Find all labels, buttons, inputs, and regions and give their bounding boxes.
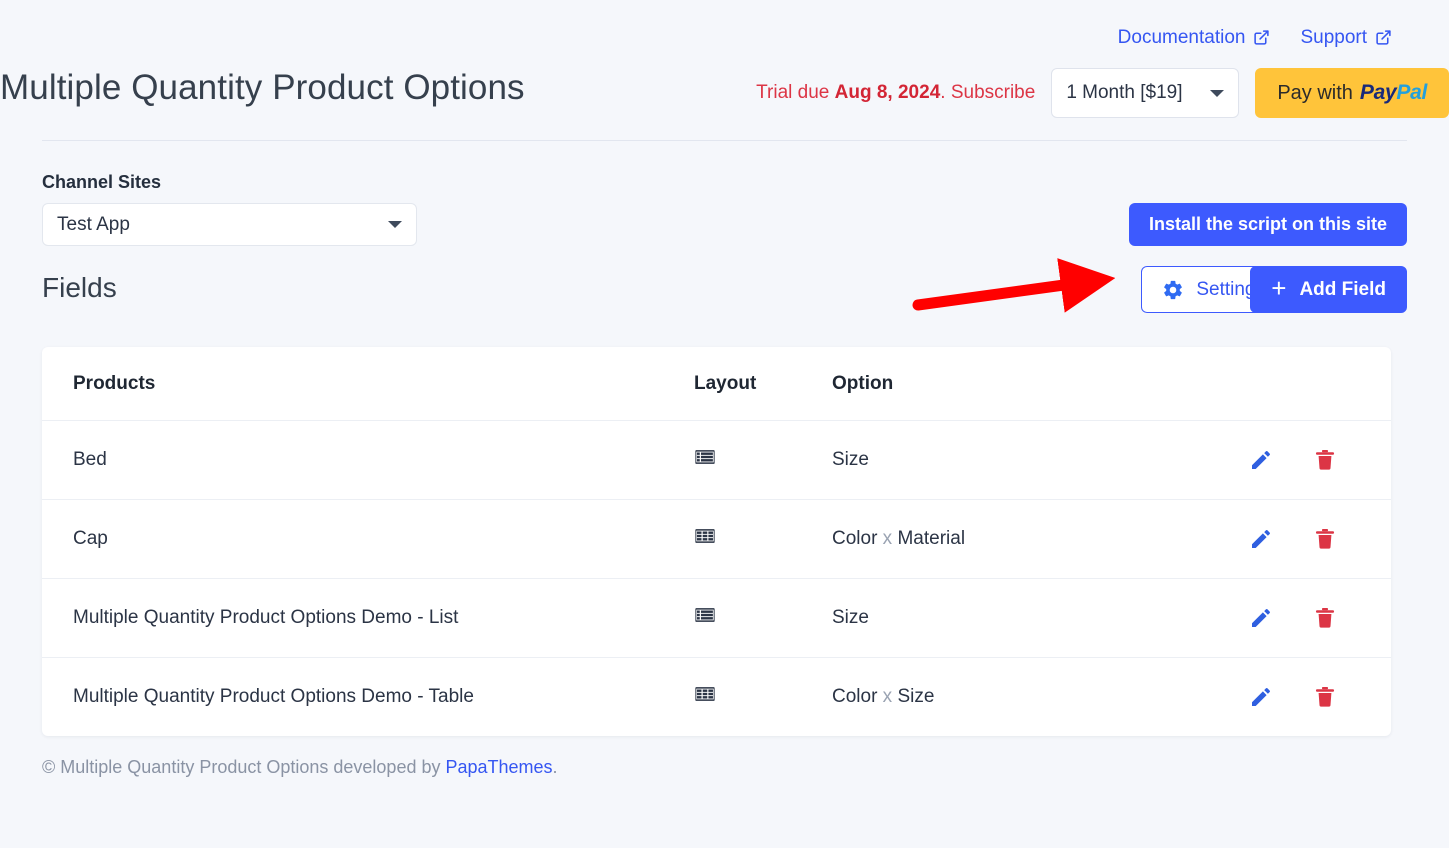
footer-text-before: © Multiple Quantity Product Options deve…	[42, 757, 446, 777]
table-row: Multiple Quantity Product Options Demo -…	[42, 578, 1391, 658]
cell-product-name: Multiple Quantity Product Options Demo -…	[73, 686, 474, 707]
gear-icon	[1164, 280, 1183, 299]
row-actions	[1232, 527, 1391, 551]
column-header-actions	[1232, 347, 1391, 421]
trial-notice: Trial due Aug 8, 2024. Subscribe	[756, 82, 1035, 104]
footer-text-after: .	[552, 757, 558, 777]
trial-date: Aug 8, 2024	[834, 82, 941, 103]
option-primary: Size	[832, 607, 869, 628]
chevron-down-icon	[1210, 89, 1225, 97]
table-row: Bed Size	[42, 420, 1391, 500]
option-secondary: Size	[897, 686, 935, 707]
fields-table-card: Products Layout Option Bed Size Cap Colo…	[42, 347, 1391, 736]
table-body: Bed Size Cap Color x Material Multiple Q…	[42, 420, 1391, 737]
app-page: Documentation Support Multiple Quantity …	[0, 0, 1449, 848]
cell-actions	[1232, 658, 1391, 737]
column-header-option: Option	[832, 347, 1232, 421]
support-link[interactable]: Support	[1300, 28, 1392, 47]
paypal-button-label: Pay with	[1277, 81, 1353, 104]
support-link-label: Support	[1300, 27, 1367, 48]
option-primary: Size	[832, 449, 869, 470]
trash-icon	[1316, 608, 1334, 628]
cell-product-name: Multiple Quantity Product Options Demo -…	[42, 578, 694, 658]
table-row: Cap Color x Material	[42, 499, 1391, 579]
option-primary: Color	[832, 686, 878, 707]
column-header-layout: Layout	[694, 347, 832, 421]
list-layout-icon	[695, 608, 715, 622]
trial-prefix: Trial due	[756, 82, 835, 103]
cell-actions	[1232, 499, 1391, 579]
cell-actions	[1232, 420, 1391, 500]
footer: © Multiple Quantity Product Options deve…	[42, 757, 558, 778]
cell-product-name: Bed	[42, 420, 694, 500]
trial-subscribe-text: . Subscribe	[940, 82, 1036, 103]
edit-row-button[interactable]	[1249, 685, 1273, 709]
channel-site-value: Test App	[57, 213, 130, 235]
delete-row-button[interactable]	[1313, 448, 1337, 472]
page-title: Multiple Quantity Product Options	[0, 68, 525, 108]
add-field-button[interactable]: + Add Field	[1250, 266, 1407, 313]
paypal-logo: PayPal	[1359, 81, 1427, 104]
billing-bar: Trial due Aug 8, 2024. Subscribe 1 Month…	[756, 68, 1449, 118]
trash-icon	[1316, 687, 1334, 707]
documentation-link-label: Documentation	[1117, 27, 1246, 48]
column-header-products: Products	[42, 347, 694, 421]
cell-option: Size	[832, 420, 1232, 500]
cell-layout	[694, 499, 832, 579]
delete-row-button[interactable]	[1313, 606, 1337, 630]
table-row: Multiple Quantity Product Options Demo -…	[42, 658, 1391, 737]
delete-row-button[interactable]	[1313, 527, 1337, 551]
plan-select-value: 1 Month [$19]	[1066, 82, 1183, 103]
trash-icon	[1316, 450, 1334, 470]
install-script-button[interactable]: Install the script on this site	[1128, 203, 1407, 246]
pencil-icon	[1252, 688, 1270, 706]
cell-layout	[694, 420, 832, 500]
row-actions	[1232, 606, 1391, 630]
option-separator: x	[877, 528, 898, 549]
option-primary: Color	[832, 528, 878, 549]
plus-icon: +	[1271, 273, 1287, 303]
top-links: Documentation Support	[1118, 28, 1392, 47]
option-secondary: Material	[897, 528, 966, 549]
pencil-icon	[1252, 451, 1270, 469]
cell-layout	[694, 658, 832, 737]
channel-sites-label: Channel Sites	[42, 172, 162, 192]
cell-product-name: Cap	[42, 499, 694, 579]
option-separator: x	[877, 686, 898, 707]
cell-actions	[1232, 578, 1391, 658]
cell-option: Color x Material	[832, 499, 1232, 579]
fields-heading: Fields	[42, 272, 117, 303]
pay-with-paypal-button[interactable]: Pay with PayPal	[1255, 68, 1449, 118]
papathemes-link[interactable]: PapaThemes	[445, 757, 552, 777]
cell-layout	[694, 578, 832, 658]
edit-row-button[interactable]	[1249, 527, 1273, 551]
header-divider	[42, 140, 1407, 141]
edit-row-button[interactable]	[1249, 448, 1273, 472]
annotation-arrow	[912, 258, 1115, 313]
channel-site-select[interactable]: Test App	[42, 203, 417, 246]
pencil-icon	[1252, 530, 1270, 548]
documentation-link[interactable]: Documentation	[1118, 28, 1271, 47]
edit-row-button[interactable]	[1249, 606, 1273, 630]
grid-layout-icon	[695, 529, 715, 543]
row-actions	[1232, 685, 1391, 709]
external-link-icon	[1376, 30, 1391, 45]
external-link-icon	[1254, 30, 1270, 45]
delete-row-button[interactable]	[1313, 685, 1337, 709]
table-head: Products Layout Option	[42, 347, 1391, 421]
chevron-down-icon	[388, 221, 402, 228]
list-layout-icon	[695, 450, 715, 464]
trash-icon	[1316, 529, 1334, 549]
row-actions	[1232, 448, 1391, 472]
table-header-row: Products Layout Option	[42, 347, 1391, 421]
pencil-icon	[1252, 609, 1270, 627]
grid-layout-icon	[695, 687, 715, 701]
plan-select[interactable]: 1 Month [$19]	[1051, 68, 1240, 118]
cell-option: Color x Size	[832, 658, 1232, 737]
fields-table: Products Layout Option Bed Size Cap Colo…	[42, 347, 1391, 736]
add-field-button-label: Add Field	[1299, 278, 1386, 300]
cell-option: Size	[832, 578, 1232, 658]
